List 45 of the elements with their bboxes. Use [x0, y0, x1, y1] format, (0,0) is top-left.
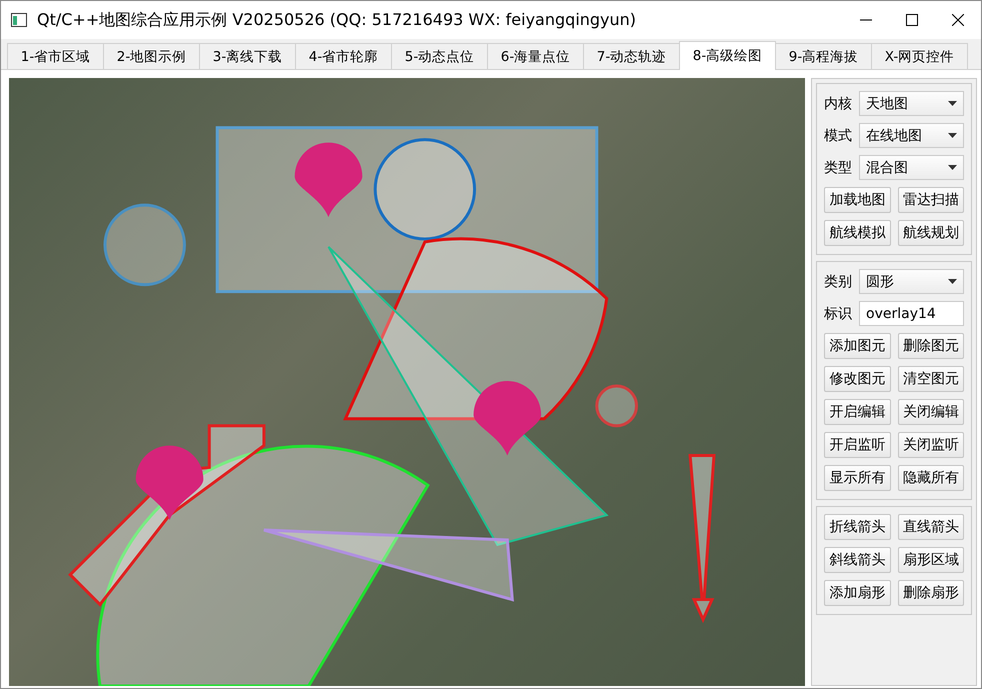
button[interactable]: 开启监听: [824, 432, 890, 458]
button[interactable]: 航线模拟: [824, 220, 890, 246]
field-label: 类型: [824, 158, 852, 176]
map-pin-icon: [474, 381, 542, 456]
tab[interactable]: X-网页控件: [871, 43, 968, 69]
button[interactable]: 开启编辑: [824, 399, 890, 425]
button[interactable]: 显示所有: [824, 465, 890, 491]
dropdown[interactable]: 在线地图: [859, 123, 964, 148]
maximize-icon[interactable]: [906, 14, 918, 26]
button[interactable]: 关闭监听: [898, 432, 964, 458]
dropdown-arrow-icon: [948, 165, 957, 170]
field-label: 内核: [824, 94, 852, 112]
dropdown-arrow-icon: [948, 279, 957, 284]
button[interactable]: 雷达扫描: [898, 187, 964, 213]
close-icon[interactable]: [952, 14, 964, 26]
button[interactable]: 斜线箭头: [824, 547, 890, 573]
button[interactable]: 清空图元: [898, 366, 964, 392]
button[interactable]: 扇形区域: [898, 547, 964, 573]
button[interactable]: 航线规划: [898, 220, 964, 246]
dropdown[interactable]: 圆形: [859, 269, 964, 294]
dropdown[interactable]: 混合图: [859, 155, 964, 180]
map-pin-icon: [136, 446, 204, 520]
button[interactable]: 加载地图: [824, 187, 890, 213]
input-field[interactable]: overlay14: [859, 301, 964, 326]
button[interactable]: 删除图元: [898, 333, 964, 359]
tab[interactable]: 1-省市区域: [7, 43, 104, 69]
field-label: 类别: [824, 272, 852, 290]
dropdown-arrow-icon: [948, 133, 957, 138]
field-label: 模式: [824, 126, 852, 144]
dropdown-arrow-icon: [948, 101, 957, 106]
button[interactable]: 修改图元: [824, 366, 890, 392]
button[interactable]: 删除扇形: [898, 580, 964, 606]
button[interactable]: 折线箭头: [824, 514, 890, 540]
map-pin-icon: [294, 142, 362, 218]
button[interactable]: 添加图元: [824, 333, 890, 359]
button[interactable]: 隐藏所有: [898, 465, 964, 491]
button[interactable]: 添加扇形: [824, 580, 890, 606]
tab[interactable]: 8-高级绘图: [679, 41, 776, 70]
app-icon: [11, 13, 27, 27]
circle-overlay: [595, 384, 638, 428]
window-title: Qt/C++地图综合应用示例 V20250526 (QQ: 517216493 WX: feiyangqingyun): [37, 10, 638, 30]
field-label: 标识: [824, 304, 852, 322]
button[interactable]: 关闭编辑: [898, 399, 964, 425]
button[interactable]: 直线箭头: [898, 514, 964, 540]
dropdown[interactable]: 天地图: [859, 91, 964, 116]
